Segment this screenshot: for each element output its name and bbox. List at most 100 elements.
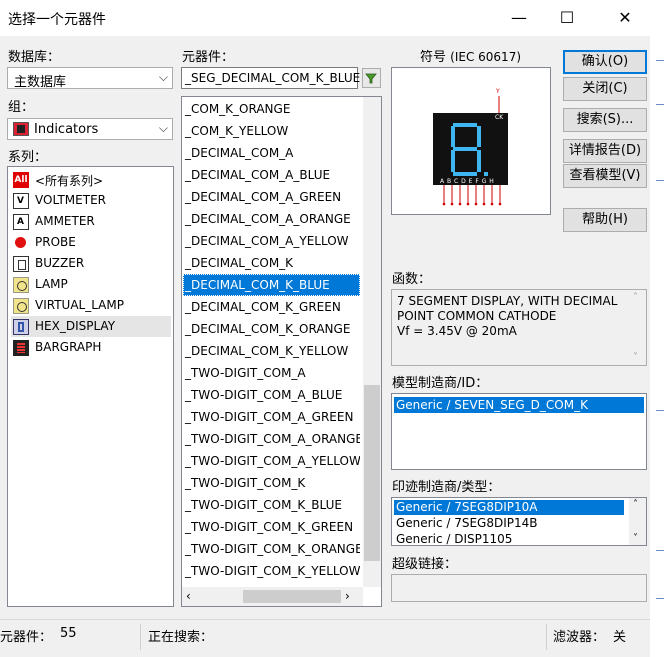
component-list-item[interactable]: _DECIMAL_COM_K_ORANGE [183, 318, 360, 340]
indicators-icon [13, 122, 29, 136]
status-bar: 元器件： 55 正在搜索： 滤波器： 关 [0, 619, 650, 657]
footprint-item[interactable]: Generic / DISP1105 [394, 532, 624, 545]
component-list-item[interactable]: _TWO-DIGIT_COM_A_GREEN [183, 406, 360, 428]
footprint-scrollbar[interactable]: ˄ ˅ [629, 498, 646, 545]
family-item-hex-display[interactable]: HEX_DISPLAY [11, 316, 171, 337]
component-list-item[interactable]: _DECIMAL_COM_K_GREEN [183, 296, 360, 318]
lamp-icon [13, 277, 29, 293]
family-item-label: BARGRAPH [35, 340, 102, 354]
component-list-item[interactable]: _TWO-DIGIT_COM_A_ORANGE [183, 428, 360, 450]
family-item-lamp[interactable]: LAMP [11, 274, 171, 295]
all-families-icon: All [13, 172, 29, 188]
family-item-label: VIRTUAL_LAMP [35, 298, 124, 312]
component-list-item[interactable]: _TWO-DIGIT_COM_K_ORANGE [183, 538, 360, 560]
component-list-item-label: _DECIMAL_COM_A [185, 146, 294, 160]
component-list-item[interactable]: _COM_K_YELLOW [183, 120, 360, 142]
ok-button[interactable]: 确认(O) [563, 50, 647, 74]
family-item-buzzer[interactable]: BUZZER [11, 253, 171, 274]
component-list-item[interactable]: _DECIMAL_COM_A_BLUE [183, 164, 360, 186]
help-button[interactable]: 帮助(H) [563, 208, 647, 232]
component-list-item-label: _TWO-DIGIT_COM_A [185, 366, 306, 380]
function-text: 7 SEGMENT DISPLAY, WITH DECIMAL POINT CO… [397, 294, 617, 339]
family-item-bargraph[interactable]: BARGRAPH [11, 337, 171, 358]
component-list-item[interactable]: _DECIMAL_COM_K [183, 252, 360, 274]
horizontal-scroll-thumb[interactable] [243, 590, 341, 603]
component-list-item[interactable]: _TWO-DIGIT_COM_A [183, 362, 360, 384]
component-list-item[interactable]: _COM_K_ORANGE [183, 98, 360, 120]
hyperlink-field[interactable] [391, 574, 647, 602]
component-list-item[interactable]: _TWO-DIGIT_COM_K_GREEN [183, 516, 360, 538]
component-horizontal-scrollbar[interactable]: ‹ › [182, 587, 363, 606]
component-list-item[interactable]: _TWO-DIGIT_COM_A_YELLOW [183, 450, 360, 472]
component-list-item-label: _DECIMAL_COM_K_GREEN [185, 300, 341, 314]
group-combo[interactable]: Indicators ⌵ [7, 118, 173, 140]
component-list-item-label: _DECIMAL_COM_K_BLUE [185, 278, 330, 292]
component-list-item[interactable]: _TWO-DIGIT_COM_K_YELLOW [183, 560, 360, 582]
filter-button[interactable] [362, 68, 381, 88]
symbol-standard: (IEC 60617) [450, 50, 522, 64]
family-item-label: <所有系列> [35, 174, 104, 188]
background-window [650, 0, 664, 657]
vertical-scroll-thumb[interactable] [364, 385, 380, 561]
symbol-label: 符号 (IEC 60617) [420, 46, 521, 65]
component-list-item-label: _TWO-DIGIT_COM_K_GREEN [185, 520, 354, 534]
component-list-item-label: _COM_K_YELLOW [185, 124, 289, 138]
hyperlink-label: 超级链接： [392, 557, 458, 572]
component-list[interactable]: _COM_K_ORANGE _COM_K_YELLOW _DECIMAL_COM_A… [181, 96, 382, 607]
model-mfr-list[interactable]: Generic / SEVEN_SEG_D_COM_K [391, 393, 647, 470]
database-combo[interactable]: 主数据库 ⌵ [7, 67, 173, 90]
footprint-label: 印迹制造商/类型： [392, 480, 501, 495]
function-label: 函数： [392, 272, 432, 287]
component-search-input[interactable]: _SEG_DECIMAL_COM_K_BLUE [181, 67, 360, 89]
model-mfr-item[interactable]: Generic / SEVEN_SEG_D_COM_K [394, 397, 644, 413]
component-vertical-scrollbar[interactable] [363, 97, 381, 587]
minimize-button[interactable]: — [496, 0, 542, 36]
family-item-label: LAMP [35, 277, 68, 291]
family-item-label: BUZZER [35, 256, 85, 270]
family-label: 系列： [8, 150, 48, 165]
family-item-virtual-lamp[interactable]: VIRTUAL_LAMP [11, 295, 171, 316]
function-textbox[interactable]: 7 SEGMENT DISPLAY, WITH DECIMAL POINT CO… [391, 289, 647, 366]
scroll-left-icon[interactable]: ‹ [186, 589, 191, 603]
component-list-item[interactable]: _DECIMAL_COM_A_ORANGE [183, 208, 360, 230]
scroll-right-icon[interactable]: › [345, 589, 350, 603]
component-list-item-label: _DECIMAL_COM_A_YELLOW [185, 234, 349, 248]
chevron-down-icon[interactable]: ˅ [633, 352, 638, 363]
footprint-list[interactable]: Generic / 7SEG8DIP10A Generic / 7SEG8DIP… [391, 497, 647, 546]
top-pin-label: Y [496, 88, 500, 95]
function-scrollbar[interactable]: ˄ ˅ [629, 290, 646, 365]
close-window-button[interactable]: ✕ [602, 0, 648, 36]
window-title: 选择一个元器件 [8, 12, 106, 28]
footprint-item[interactable]: Generic / 7SEG8DIP10A [394, 500, 624, 515]
probe-icon [13, 235, 29, 251]
chevron-up-icon[interactable]: ˄ [633, 292, 638, 303]
component-list-item[interactable]: _TWO-DIGIT_COM_K_BLUE [183, 494, 360, 516]
chevron-up-icon[interactable]: ˄ [633, 499, 638, 510]
maximize-button[interactable]: ☐ [544, 0, 590, 36]
component-list-item-label: _TWO-DIGIT_COM_A_ORANGE [185, 432, 360, 446]
footprint-item[interactable]: Generic / 7SEG8DIP14B [394, 516, 624, 531]
component-list-item[interactable]: _TWO-DIGIT_COM_K [183, 472, 360, 494]
component-list-item-label: _TWO-DIGIT_COM_A_BLUE [185, 388, 343, 402]
view-model-button[interactable]: 查看模型(V) [563, 164, 647, 188]
function-line: 7 SEGMENT DISPLAY, WITH DECIMAL [397, 294, 618, 308]
close-button[interactable]: 关闭(C) [563, 77, 647, 101]
family-item-voltmeter[interactable]: V VOLTMETER [11, 190, 171, 211]
search-button[interactable]: 搜索(S)... [563, 108, 647, 132]
component-list-item[interactable]: _DECIMAL_COM_A_YELLOW [183, 230, 360, 252]
filter-status-label: 滤波器： [553, 630, 606, 645]
component-list-item[interactable]: _DECIMAL_COM_A [183, 142, 360, 164]
voltmeter-icon: V [13, 193, 29, 209]
family-list[interactable]: All <所有系列> V VOLTMETER A AMMETER PROBE B… [7, 166, 174, 607]
component-list-item[interactable]: _DECIMAL_COM_K_BLUE [183, 274, 360, 296]
detail-report-button[interactable]: 详情报告(D) [563, 139, 647, 163]
component-list-item-label: _TWO-DIGIT_COM_K_ORANGE [185, 542, 360, 556]
ammeter-icon: A [13, 214, 29, 230]
chevron-down-icon[interactable]: ˅ [633, 533, 638, 544]
family-item-all[interactable]: All <所有系列> [11, 169, 171, 190]
component-list-item[interactable]: _TWO-DIGIT_COM_A_BLUE [183, 384, 360, 406]
component-list-item[interactable]: _DECIMAL_COM_A_GREEN [183, 186, 360, 208]
family-item-probe[interactable]: PROBE [11, 232, 171, 253]
component-list-item[interactable]: _DECIMAL_COM_K_YELLOW [183, 340, 360, 362]
family-item-ammeter[interactable]: A AMMETER [11, 211, 171, 232]
